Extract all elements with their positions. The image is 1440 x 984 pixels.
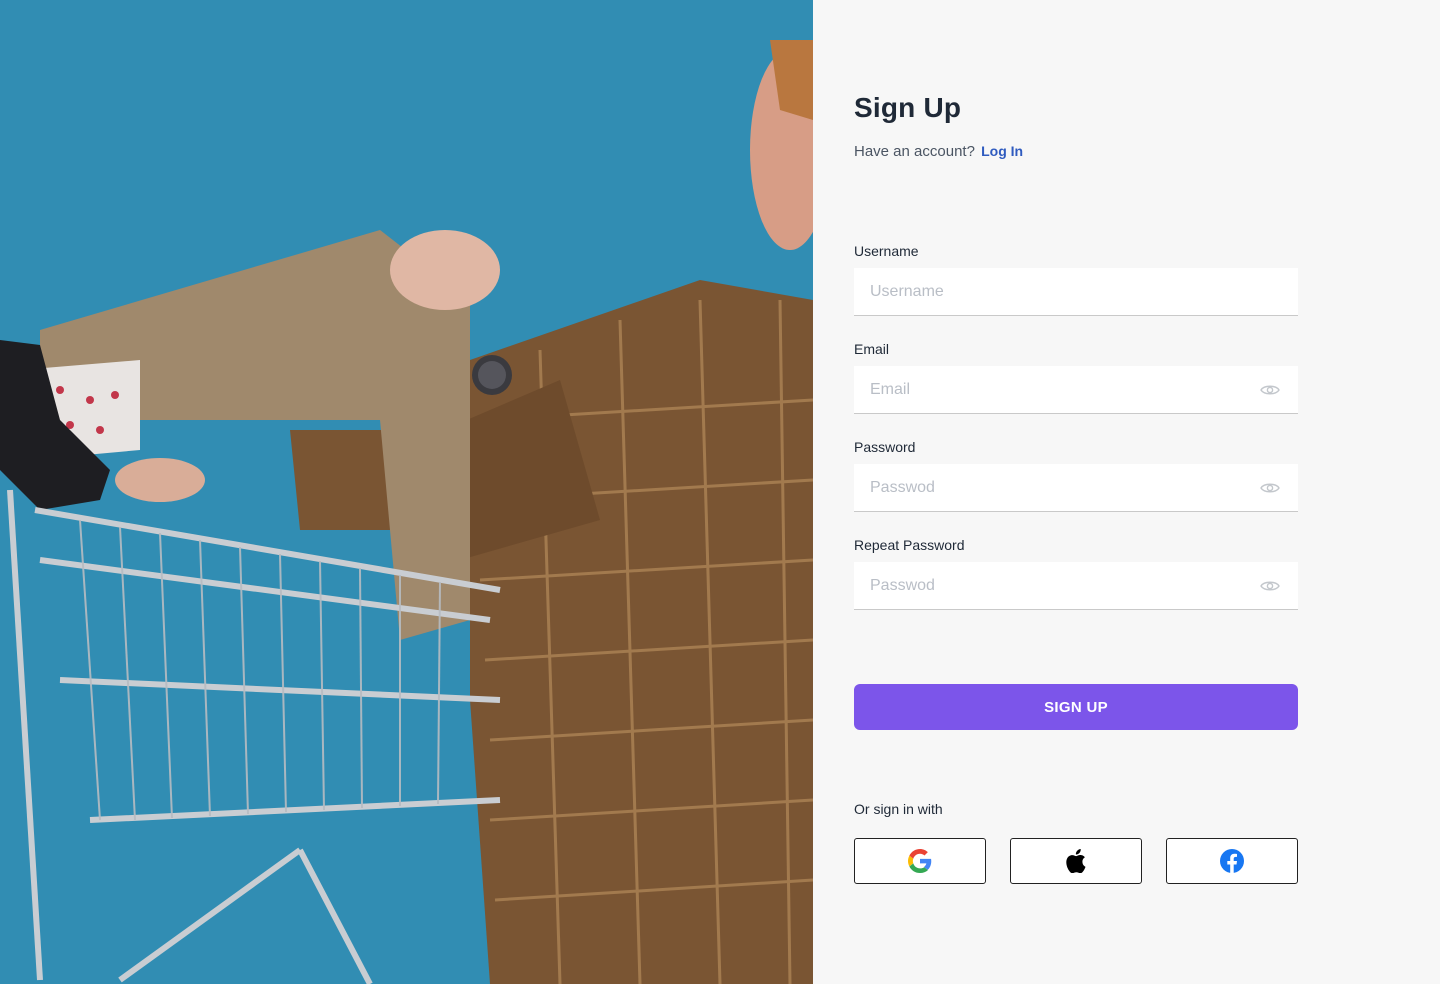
apple-icon <box>1066 849 1086 873</box>
password-label: Password <box>854 439 916 455</box>
password-input[interactable] <box>854 464 1298 511</box>
hero-photo <box>0 0 813 984</box>
repeat-password-input[interactable] <box>854 562 1298 609</box>
eye-icon[interactable] <box>1260 578 1280 594</box>
social-prompt: Or sign in with <box>854 801 943 817</box>
have-account-label: Have an account? <box>854 143 975 160</box>
eye-icon[interactable] <box>1260 382 1280 398</box>
email-input[interactable] <box>854 366 1298 413</box>
username-input[interactable] <box>854 268 1298 315</box>
apple-signin-button[interactable] <box>1010 838 1142 884</box>
username-label: Username <box>854 243 919 259</box>
have-account-text: Have an account? Log In <box>854 143 1023 160</box>
page-title: Sign Up <box>854 92 962 123</box>
email-label: Email <box>854 341 890 357</box>
hero-illustration <box>0 0 813 984</box>
facebook-signin-button[interactable] <box>1166 838 1298 884</box>
repeat-password-label: Repeat Password <box>854 537 965 553</box>
signup-button[interactable]: SIGN UP <box>854 684 1298 730</box>
email-field-wrapper <box>854 366 1298 414</box>
login-link[interactable]: Log In <box>981 143 1023 159</box>
password-field-wrapper <box>854 464 1298 512</box>
google-icon <box>908 849 932 873</box>
username-field-wrapper <box>854 268 1298 316</box>
google-signin-button[interactable] <box>854 838 986 884</box>
repeat-password-field-wrapper <box>854 562 1298 610</box>
facebook-icon <box>1220 849 1244 873</box>
signup-panel: Sign Up Have an account? Log In Username… <box>813 0 1440 984</box>
eye-icon[interactable] <box>1260 480 1280 496</box>
